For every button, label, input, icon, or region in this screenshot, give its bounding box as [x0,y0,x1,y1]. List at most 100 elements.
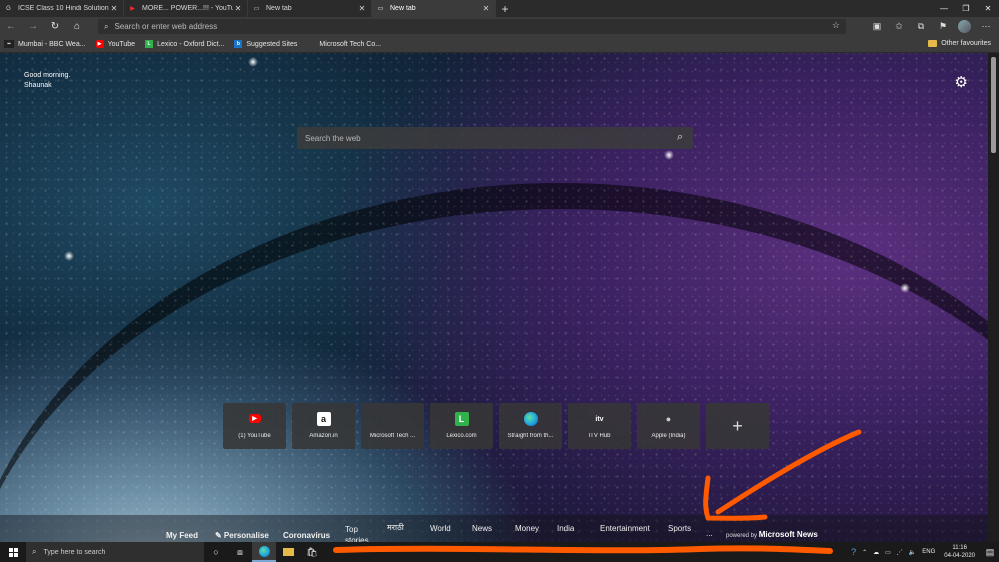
news-tab-top-stories[interactable]: Top stories [345,524,371,542]
tab-new-1[interactable]: ▭ New tab ✕ [248,0,372,17]
clock-time: 11:16 [952,545,967,551]
fav-suggested-sites[interactable]: b Suggested Sites [234,40,297,48]
news-tab-sports[interactable]: Sports [668,524,691,533]
close-tab-icon[interactable]: ✕ [357,4,367,13]
more-menu-icon[interactable]: ⋯ [975,17,997,36]
tile-label: Apple (India) [651,433,686,439]
fav-label: Mumbai - BBC Wea... [18,40,86,48]
tile-edge-blog[interactable]: Straight from th... [499,403,562,449]
favourites-icon[interactable]: ✩ [888,17,910,36]
clock[interactable]: 11:16 04-04-2020 [938,544,981,560]
battery-icon[interactable]: ▭ [882,549,894,556]
scrollbar-thumb[interactable] [991,57,996,153]
tile-youtube[interactable]: ▶ (1) YouTube [223,403,286,449]
add-site-button[interactable]: + [706,403,769,449]
refresh-button[interactable]: ↻ [44,17,66,36]
forward-button[interactable]: → [22,17,44,36]
other-favourites[interactable]: Other favourites [928,40,991,47]
language-indicator[interactable]: ENG [919,549,938,555]
search-icon[interactable]: ⌕ [677,131,683,144]
cortana-icon[interactable]: ○ [204,542,228,562]
news-tab-india[interactable]: India [557,524,574,533]
user-name: Shaunak [24,82,52,89]
tab-new-2-active[interactable]: ▭ New tab ✕ [372,0,496,17]
tab-title: MORE... POWER...!!! - YouTube [142,5,233,12]
tab-title: ICSE Class 10 Hindi Solutions 🇬... [18,4,109,12]
news-tab-marathi[interactable]: मराठी [387,522,404,533]
news-tab-world[interactable]: World [430,524,451,533]
notifications-icon[interactable]: ▤ [981,547,999,558]
task-view-icon[interactable]: ⧈ [228,542,252,562]
news-more-button[interactable]: ... [706,529,713,538]
tile-apple-india[interactable]: ● Apple (India) [637,403,700,449]
amazon-icon: a [316,412,331,426]
news-tab-coronavirus[interactable]: Coronavirus [283,531,330,540]
volume-icon[interactable]: 🔈 [906,549,919,556]
bbc-icon: ▪▪ [4,40,14,48]
tab-youtube[interactable]: ▶ MORE... POWER...!!! - YouTube ✕ [124,0,248,17]
new-tab-button[interactable]: + [496,0,514,17]
tile-lexico[interactable]: L Lexico.com [430,403,493,449]
greeting-line: Good morning. [24,72,71,79]
page-scrollbar[interactable] [988,53,999,542]
collections-icon[interactable]: ⧉ [910,17,932,36]
tile-label: (1) YouTube [238,433,271,439]
close-tab-icon[interactable]: ✕ [481,4,491,13]
web-search-box[interactable]: Search the web ⌕ [297,127,693,149]
extension-icon[interactable]: ▣ [866,17,888,36]
store-icon[interactable]: 🛍 [300,542,324,562]
show-hidden-icons-icon[interactable]: ⌃ [859,549,870,556]
taskbar-search[interactable]: ⌕ Type here to search [26,542,204,562]
network-icon[interactable]: ⋰ [894,549,906,556]
onedrive-icon[interactable]: ☁ [870,549,882,556]
tab-icse[interactable]: G ICSE Class 10 Hindi Solutions 🇬... ✕ [0,0,124,17]
news-tab-news[interactable]: News [472,524,492,533]
fav-youtube[interactable]: ▶ YouTube [95,40,135,48]
powered-by: powered by Microsoft News [726,530,818,539]
tile-microsoft-tech[interactable]: Microsoft Tech ... [361,403,424,449]
fav-microsoft-tech[interactable]: Microsoft Tech Co... [307,40,381,48]
other-favourites-label: Other favourites [941,40,991,47]
search-icon: ⌕ [32,547,37,556]
file-explorer-icon[interactable] [276,542,300,562]
tile-label: Amazon.in [309,433,338,439]
fav-lexico[interactable]: L Lexico - Oxford Dict... [145,40,224,48]
light-glint [900,283,910,293]
microsoft-logo-icon [386,412,400,426]
settings-gear-icon[interactable]: ⚙ [955,73,968,91]
tile-label: Straight from th... [507,433,554,439]
youtube-favicon-icon: ▶ [130,6,135,12]
toolbar-right: ▣ ✩ ⧉ ⚑ ⋯ [866,17,997,36]
restore-icon[interactable]: ❐ [955,0,977,17]
minimize-icon[interactable]: — [933,0,955,17]
close-tab-icon[interactable]: ✕ [109,4,119,13]
favourite-star-icon[interactable]: ☆ [832,20,840,31]
profile-avatar[interactable] [958,20,971,33]
close-tab-icon[interactable]: ✕ [233,4,243,13]
news-tab-my-feed[interactable]: My Feed [166,531,198,540]
back-button[interactable]: ← [0,17,22,36]
light-glint [64,251,74,261]
powered-brand: Microsoft News [758,530,818,539]
news-personalise[interactable]: ✎ Personalise [215,531,269,540]
tab-title: New tab [266,5,292,12]
address-bar[interactable]: ⌕ Search or enter web address ☆ [98,19,846,34]
apple-icon: ● [665,414,672,424]
light-glint [664,150,674,160]
close-window-icon[interactable]: ✕ [977,0,999,17]
fav-label: Lexico - Oxford Dict... [157,40,225,48]
news-tab-money[interactable]: Money [515,524,539,533]
help-icon[interactable]: ? [848,547,859,557]
news-tab-entertainment[interactable]: Entertainment [600,524,650,533]
tile-amazon[interactable]: a Amazon.in [292,403,355,449]
home-button[interactable]: ⌂ [66,17,88,36]
tile-label: ITV Hub [588,433,611,439]
start-button[interactable] [0,542,26,562]
address-placeholder: Search or enter web address [114,22,218,31]
plus-icon: + [732,415,743,436]
feedback-icon[interactable]: ⚑ [932,17,954,36]
tile-itv-hub[interactable]: itv ITV Hub [568,403,631,449]
browser-toolbar: ← → ↻ ⌂ ⌕ Search or enter web address ☆ … [0,17,999,36]
fav-bbc[interactable]: ▪▪ Mumbai - BBC Wea... [4,40,86,48]
edge-taskbar-icon[interactable] [252,542,276,562]
